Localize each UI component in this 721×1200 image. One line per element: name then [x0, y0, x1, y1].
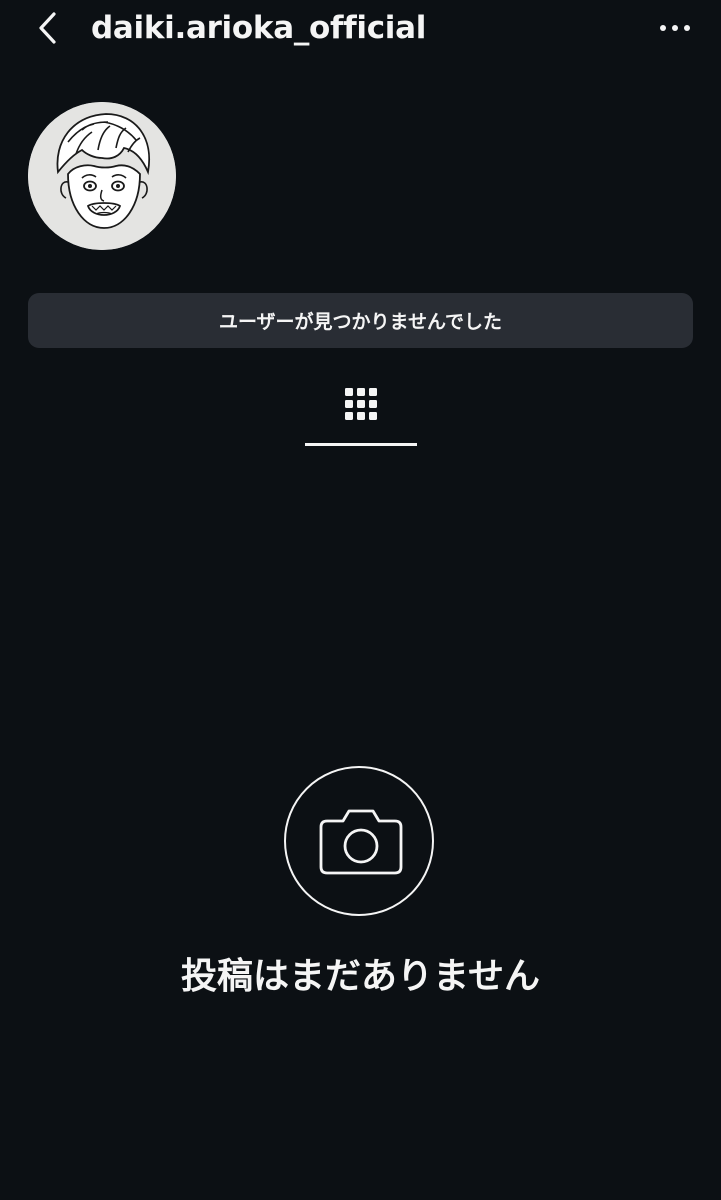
user-not-found-label: ユーザーが見つかりませんでした [218, 311, 503, 333]
user-not-found-button[interactable]: ユーザーが見つかりませんでした [28, 293, 693, 348]
no-posts-message: 投稿はまだありません [181, 956, 540, 997]
back-button[interactable] [28, 8, 68, 48]
chevron-left-icon [39, 12, 56, 44]
profile-avatar-illustration [28, 102, 176, 250]
more-horizontal-icon [660, 25, 690, 31]
avatar[interactable] [28, 102, 176, 250]
camera-circle [284, 766, 434, 916]
profile-username: daiki.arioka_official [91, 10, 427, 46]
more-options-button[interactable] [655, 10, 695, 46]
grid-icon [345, 388, 377, 420]
top-bar: daiki.arioka_official [0, 0, 721, 58]
active-tab-indicator [305, 443, 417, 446]
tab-grid[interactable] [305, 380, 417, 446]
camera-icon [319, 809, 403, 875]
